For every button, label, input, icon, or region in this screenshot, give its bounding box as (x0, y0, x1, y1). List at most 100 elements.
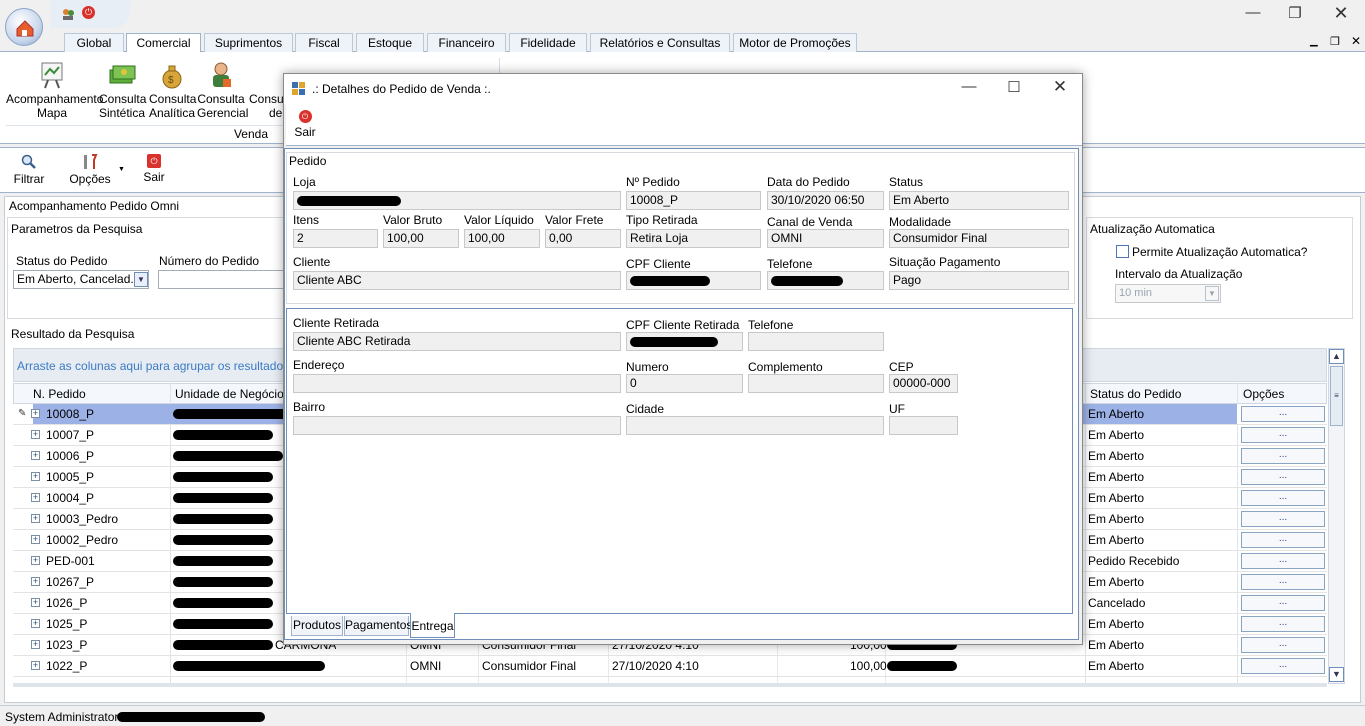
itens-field[interactable]: 2 (293, 229, 378, 248)
tipo-retirada-field[interactable]: Retira Loja (626, 229, 761, 248)
row-options-button[interactable]: ... (1241, 511, 1325, 527)
valor-bruto-field[interactable]: 100,00 (383, 229, 459, 248)
canal-field[interactable]: OMNI (767, 229, 884, 248)
expand-icon[interactable]: + (31, 430, 40, 439)
tab-fidelidade[interactable]: Fidelidade (509, 33, 587, 52)
row-options-button[interactable]: ... (1241, 427, 1325, 443)
row-options-button[interactable]: ... (1241, 532, 1325, 548)
row-options-button[interactable]: ... (1241, 574, 1325, 590)
tab-global[interactable]: Global (64, 33, 124, 52)
tab-comercial[interactable]: Comercial (126, 33, 201, 53)
interval-dropdown-icon[interactable]: ▼ (1205, 286, 1219, 301)
dialog-maximize-icon[interactable]: ☐ (999, 78, 1029, 96)
redacted-unidade (173, 577, 273, 587)
minimize-icon[interactable]: — (1238, 4, 1268, 21)
ribbon-restore-icon[interactable]: ❐ (1330, 35, 1340, 48)
expand-icon[interactable]: + (31, 451, 40, 460)
ribbon-minimize-icon[interactable]: ▁ (1310, 36, 1318, 47)
endereco-field[interactable] (293, 374, 621, 393)
tab-fiscal[interactable]: Fiscal (295, 33, 353, 52)
scroll-down-icon[interactable]: ▼ (1329, 667, 1344, 682)
numero-field[interactable]: 0 (626, 374, 743, 393)
row-options-button[interactable]: ... (1241, 490, 1325, 506)
tab-suprimentos[interactable]: Suprimentos (204, 33, 293, 52)
numero-pedido-input[interactable] (158, 270, 288, 289)
status-field[interactable]: Em Aberto (889, 191, 1069, 210)
npedido-field[interactable]: 10008_P (626, 191, 761, 210)
redacted-cpf (630, 276, 710, 286)
telefone-retirada-field[interactable] (748, 332, 884, 351)
expand-icon[interactable]: + (31, 514, 40, 523)
expand-icon[interactable]: + (31, 619, 40, 628)
ribbon-close-icon[interactable]: ✕ (1351, 34, 1361, 48)
acompanhamento-mapa-button[interactable]: Acompanhamento Mapa (6, 60, 103, 120)
tab-estoque[interactable]: Estoque (356, 33, 424, 52)
expand-icon[interactable]: + (31, 535, 40, 544)
data-pedido-field[interactable]: 30/10/2020 06:50 (767, 191, 884, 210)
app-logo[interactable] (5, 8, 43, 46)
dialog-close-icon[interactable]: ✕ (1045, 77, 1075, 97)
row-options-button[interactable]: ... (1241, 406, 1325, 422)
cliente-retirada-field[interactable]: Cliente ABC Retirada (293, 332, 621, 351)
sair-toolbar-button[interactable]: ⏻ Sair (138, 154, 170, 184)
expand-icon[interactable]: + (31, 472, 40, 481)
expand-icon[interactable]: + (31, 598, 40, 607)
filtrar-button[interactable]: Filtrar (10, 154, 48, 186)
users-icon[interactable] (61, 7, 75, 21)
status-pedido-select[interactable]: Em Aberto, Cancelad... (13, 270, 149, 289)
consulta-extra-button[interactable]: Consul de (249, 60, 283, 120)
opcoes-button[interactable]: Opções (66, 154, 114, 186)
scroll-up-icon[interactable]: ▲ (1329, 349, 1344, 364)
row-options-button[interactable]: ... (1241, 469, 1325, 485)
tab-produtos[interactable]: Produtos (291, 616, 343, 636)
opcoes-label: Opções (69, 172, 111, 186)
expand-icon[interactable]: + (31, 409, 40, 418)
hscroll[interactable] (13, 683, 1327, 687)
cep-field[interactable]: 00000-000 (889, 374, 958, 393)
opcoes-dropdown-icon[interactable]: ▼ (118, 166, 125, 173)
col-header-pedido[interactable]: N. Pedido (33, 387, 86, 401)
expand-icon[interactable]: + (31, 556, 40, 565)
tab-motor-promocoes[interactable]: Motor de Promoções (733, 33, 857, 52)
auto-update-checkbox[interactable] (1116, 245, 1129, 258)
row-options-button[interactable]: ... (1241, 553, 1325, 569)
row-options-button[interactable]: ... (1241, 637, 1325, 653)
status-dropdown-icon[interactable]: ▼ (134, 272, 148, 287)
expand-icon[interactable]: + (31, 493, 40, 502)
dialog-minimize-icon[interactable]: — (954, 78, 984, 95)
valor-frete-field[interactable]: 0,00 (545, 229, 621, 248)
dialog-sair-button[interactable]: ⏻ Sair (292, 110, 318, 139)
modalidade-field[interactable]: Consumidor Final (889, 229, 1069, 248)
expand-icon[interactable]: + (31, 640, 40, 649)
row-options-button[interactable]: ... (1241, 658, 1325, 674)
complemento-field[interactable] (748, 374, 884, 393)
uf-field[interactable] (889, 416, 958, 435)
situacao-field[interactable]: Pago (889, 271, 1069, 290)
auto-update-check-label: Permite Atualização Automatica? (1132, 245, 1308, 259)
consulta-sintetica-button[interactable]: Consulta Sintética (99, 60, 146, 120)
cliente-field[interactable]: Cliente ABC (293, 271, 621, 290)
tab-pagamentos[interactable]: Pagamentos (344, 616, 412, 636)
col-header-status[interactable]: Status do Pedido (1090, 387, 1181, 401)
consulta-gerencial-button[interactable]: Consulta Gerencial (197, 60, 248, 120)
tab-entrega[interactable]: Entrega (410, 613, 455, 638)
consulta-analitica-button[interactable]: $ Consulta Analítica (149, 60, 196, 120)
table-row[interactable]: + 1022_P OMNI Consumidor Final 27/10/202… (13, 656, 1327, 677)
tab-financeiro[interactable]: Financeiro (427, 33, 506, 52)
cidade-field[interactable] (626, 416, 884, 435)
row-options-button[interactable]: ... (1241, 616, 1325, 632)
valor-liquido-field[interactable]: 100,00 (464, 229, 540, 248)
scroll-thumb[interactable]: ≡ (1330, 366, 1343, 426)
restore-icon[interactable]: ❐ (1280, 4, 1310, 22)
col-header-unidade[interactable]: Unidade de Negócio (175, 387, 284, 401)
close-icon[interactable]: ✕ (1326, 3, 1356, 24)
auto-update-title: Atualização Automatica (1090, 222, 1215, 236)
bairro-field[interactable] (293, 416, 621, 435)
expand-icon[interactable]: + (31, 577, 40, 586)
tab-relatorios[interactable]: Relatórios e Consultas (590, 33, 730, 52)
row-options-button[interactable]: ... (1241, 595, 1325, 611)
col-header-opcoes[interactable]: Opções (1243, 387, 1284, 401)
power-icon[interactable]: ⏻ (82, 6, 95, 19)
expand-icon[interactable]: + (31, 661, 40, 670)
row-options-button[interactable]: ... (1241, 448, 1325, 464)
